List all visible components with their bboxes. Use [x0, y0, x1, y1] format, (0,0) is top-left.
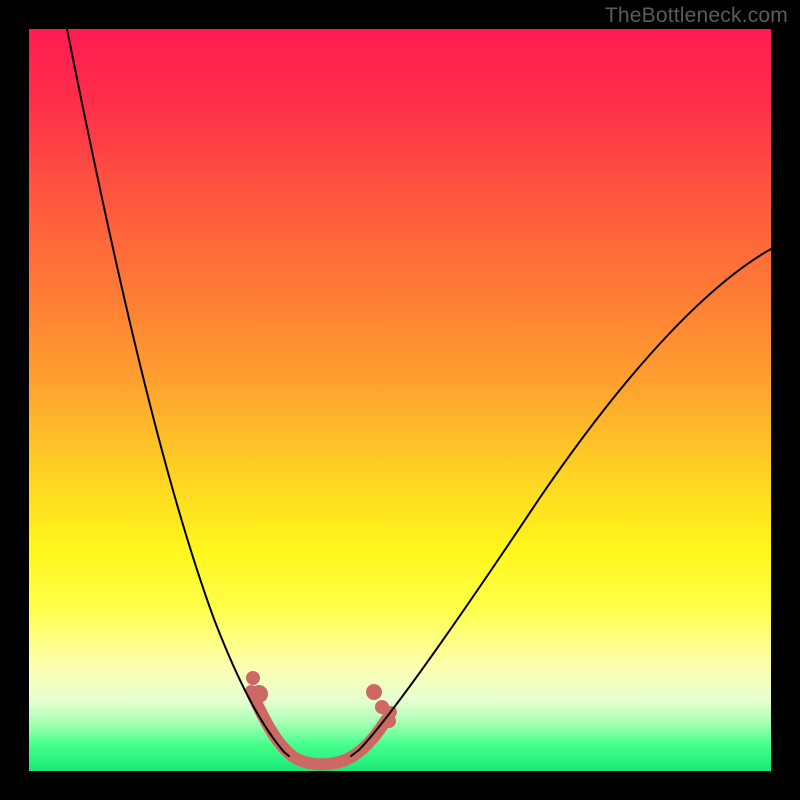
- pink-dot: [250, 685, 268, 703]
- valley-left-curve: [67, 29, 289, 756]
- watermark-text: TheBottleneck.com: [605, 4, 788, 28]
- pink-dot: [246, 671, 260, 685]
- plot-frame: [29, 29, 771, 771]
- pink-dot: [366, 684, 382, 700]
- pink-dot: [375, 700, 389, 714]
- curves-layer: [29, 29, 771, 771]
- pink-band: [251, 691, 391, 764]
- valley-right-curve: [351, 249, 771, 756]
